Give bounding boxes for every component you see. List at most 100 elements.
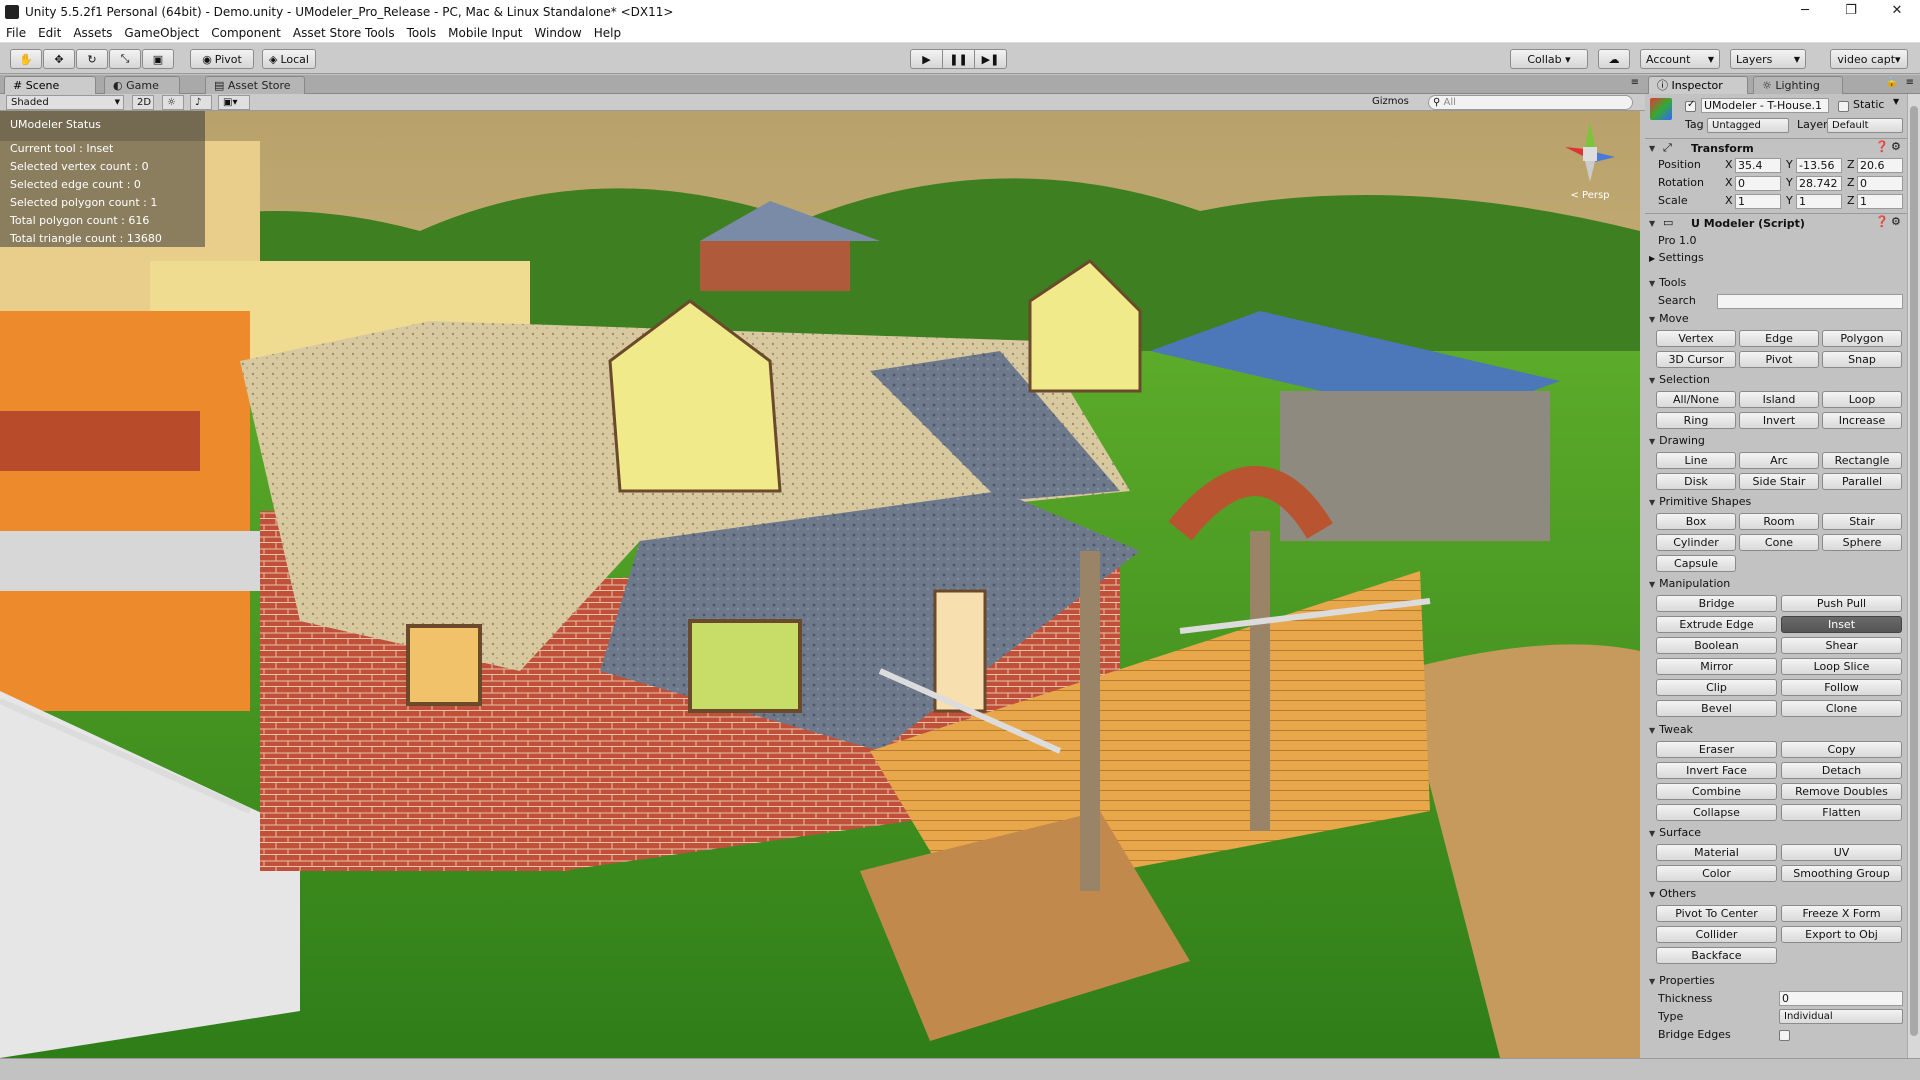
material-button[interactable]: Material: [1656, 844, 1777, 861]
rectangle-button[interactable]: Rectangle: [1822, 452, 1902, 469]
all-none-button[interactable]: All/None: [1656, 391, 1736, 408]
thickness-field[interactable]: 0: [1779, 991, 1903, 1006]
minimize-button[interactable]: ─: [1782, 0, 1828, 23]
scale-x-field[interactable]: 1: [1735, 194, 1781, 209]
scale-z-field[interactable]: 1: [1857, 194, 1903, 209]
tab-asset-store[interactable]: ▤ Asset Store: [205, 76, 305, 94]
side-stair-button[interactable]: Side Stair: [1739, 473, 1819, 490]
cylinder-button[interactable]: Cylinder: [1656, 534, 1736, 551]
move-section-title[interactable]: Move: [1649, 312, 1689, 325]
boolean-button[interactable]: Boolean: [1656, 637, 1777, 654]
script-foldout[interactable]: [1649, 216, 1659, 229]
cone-button[interactable]: Cone: [1739, 534, 1819, 551]
tool-search-input[interactable]: [1717, 294, 1903, 309]
invert-face-button[interactable]: Invert Face: [1656, 762, 1777, 779]
cloud-icon[interactable]: ☁: [1598, 49, 1630, 69]
pivot-button[interactable]: Pivot: [1739, 351, 1819, 368]
rotation-z-field[interactable]: 0: [1857, 176, 1903, 191]
remove-doubles-button[interactable]: Remove Doubles: [1781, 783, 1902, 800]
shading-mode-dropdown[interactable]: Shaded ▼: [6, 95, 124, 110]
surface-section-title[interactable]: Surface: [1649, 826, 1701, 839]
help-icon[interactable]: ❓: [1875, 215, 1889, 228]
active-checkbox[interactable]: ✓: [1685, 99, 1696, 112]
3d-cursor-button[interactable]: 3D Cursor: [1656, 351, 1736, 368]
pause-button[interactable]: ❚❚: [942, 49, 975, 69]
rotation-y-field[interactable]: 28.742: [1796, 176, 1842, 191]
color-button[interactable]: Color: [1656, 865, 1777, 882]
gear-icon[interactable]: ⚙: [1891, 140, 1901, 153]
position-x-field[interactable]: 35.4: [1735, 158, 1781, 173]
backface-button[interactable]: Backface: [1656, 947, 1777, 964]
bridge-edges-checkbox[interactable]: [1779, 1030, 1790, 1041]
bridge-button[interactable]: Bridge: [1656, 595, 1777, 612]
gear-icon[interactable]: ⚙: [1891, 215, 1901, 228]
uv-button[interactable]: UV: [1781, 844, 1902, 861]
sphere-button[interactable]: Sphere: [1822, 534, 1902, 551]
lighting-toggle-icon[interactable]: ☼: [162, 95, 184, 110]
menu-component[interactable]: Component: [205, 26, 287, 40]
menu-assets[interactable]: Assets: [67, 26, 118, 40]
collab-dropdown[interactable]: Collab ▾: [1510, 49, 1588, 69]
tag-dropdown[interactable]: Untagged: [1707, 118, 1789, 133]
menu-tools[interactable]: Tools: [401, 26, 443, 40]
object-name-field[interactable]: UModeler - T-House.1: [1701, 98, 1829, 113]
menu-help[interactable]: Help: [588, 26, 627, 40]
account-dropdown[interactable]: Account ▼: [1640, 49, 1720, 69]
extrude-edge-button[interactable]: Extrude Edge: [1656, 616, 1777, 633]
capsule-button[interactable]: Capsule: [1656, 555, 1736, 572]
layer-dropdown[interactable]: Default: [1827, 118, 1903, 133]
menu-mobile-input[interactable]: Mobile Input: [442, 26, 528, 40]
clone-button[interactable]: Clone: [1781, 700, 1902, 717]
push-pull-button[interactable]: Push Pull: [1781, 595, 1902, 612]
pivot-to-center-button[interactable]: Pivot To Center: [1656, 905, 1777, 922]
copy-button[interactable]: Copy: [1781, 741, 1902, 758]
mirror-button[interactable]: Mirror: [1656, 658, 1777, 675]
follow-button[interactable]: Follow: [1781, 679, 1902, 696]
stair-button[interactable]: Stair: [1822, 513, 1902, 530]
primitive-section-title[interactable]: Primitive Shapes: [1649, 495, 1751, 508]
combine-button[interactable]: Combine: [1656, 783, 1777, 800]
menu-file[interactable]: File: [0, 26, 32, 40]
detach-button[interactable]: Detach: [1781, 762, 1902, 779]
settings-foldout[interactable]: ▶ Settings: [1649, 251, 1704, 264]
tab-game[interactable]: ◐ Game: [104, 76, 180, 94]
box-button[interactable]: Box: [1656, 513, 1736, 530]
island-button[interactable]: Island: [1739, 391, 1819, 408]
rect-tool-icon[interactable]: ▣: [142, 49, 174, 69]
drawing-section-title[interactable]: Drawing: [1649, 434, 1705, 447]
clip-button[interactable]: Clip: [1656, 679, 1777, 696]
layers-dropdown[interactable]: Layers ▼: [1730, 49, 1806, 69]
inspector-scrollbar[interactable]: [1907, 94, 1920, 1058]
collider-button[interactable]: Collider: [1656, 926, 1777, 943]
scrollbar-thumb[interactable]: [1910, 106, 1918, 1036]
move-tool-icon[interactable]: ✥: [43, 49, 75, 69]
menu-window[interactable]: Window: [528, 26, 587, 40]
scale-y-field[interactable]: 1: [1796, 194, 1842, 209]
rotation-x-field[interactable]: 0: [1735, 176, 1781, 191]
shear-button[interactable]: Shear: [1781, 637, 1902, 654]
tab-inspector[interactable]: ⓘ Inspector: [1648, 76, 1748, 94]
menu-asset-store-tools[interactable]: Asset Store Tools: [287, 26, 401, 40]
properties-section-title[interactable]: Properties: [1649, 974, 1715, 987]
gizmos-dropdown[interactable]: Gizmos ▾: [1368, 95, 1418, 120]
freeze-xform-button[interactable]: Freeze X Form: [1781, 905, 1902, 922]
ring-button[interactable]: Ring: [1656, 412, 1736, 429]
step-button[interactable]: ▶❚: [974, 49, 1007, 69]
edge-button[interactable]: Edge: [1739, 330, 1819, 347]
smoothing-group-button[interactable]: Smoothing Group: [1781, 865, 1902, 882]
bevel-button[interactable]: Bevel: [1656, 700, 1777, 717]
menu-edit[interactable]: Edit: [32, 26, 67, 40]
scene-search-input[interactable]: ⚲ All: [1428, 95, 1633, 110]
scene-viewport[interactable]: UModeler Status Current tool : Inset Sel…: [0, 111, 1640, 1058]
restore-button[interactable]: ❐: [1828, 0, 1874, 23]
layout-dropdown[interactable]: video capt▾: [1830, 49, 1908, 69]
disk-button[interactable]: Disk: [1656, 473, 1736, 490]
close-button[interactable]: ✕: [1874, 0, 1920, 23]
static-checkbox[interactable]: [1838, 101, 1849, 112]
transform-foldout[interactable]: [1649, 141, 1659, 154]
vertex-button[interactable]: Vertex: [1656, 330, 1736, 347]
tweak-section-title[interactable]: Tweak: [1649, 723, 1693, 736]
menu-gameobject[interactable]: GameObject: [118, 26, 205, 40]
parallel-button[interactable]: Parallel: [1822, 473, 1902, 490]
scale-tool-icon[interactable]: ⤡: [109, 49, 141, 69]
